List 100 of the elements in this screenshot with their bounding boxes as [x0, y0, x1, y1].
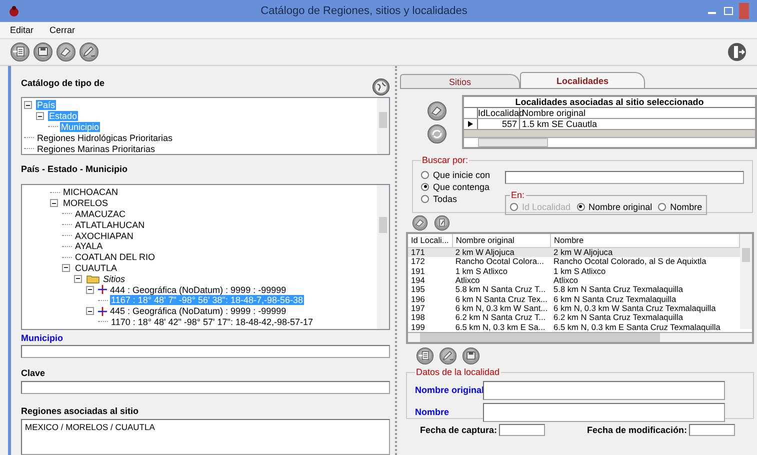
scrollbar[interactable] [740, 234, 752, 329]
table-cell: 557 [478, 119, 520, 129]
scrollbar[interactable] [464, 137, 755, 147]
app-icon [8, 5, 20, 17]
tree-item[interactable]: MICHOACAN [62, 187, 120, 198]
radio-button[interactable] [421, 194, 429, 202]
table-row[interactable]: 199 6.5 km N, 0.3 km E Sa... 6.5 km N, 0.3 km E Santa Cruz Texmalaquilla [408, 322, 740, 332]
table-cell-text: 197 [410, 304, 426, 314]
menu-item[interactable]: Editar [8, 25, 36, 35]
collapse-toggle[interactable] [36, 112, 44, 120]
radio-button[interactable] [576, 202, 585, 210]
collapse-toggle[interactable] [86, 286, 94, 294]
table-cell-text: 194 [410, 276, 426, 286]
list-icon[interactable] [10, 42, 30, 62]
tree-item[interactable]: AXOCHIAPAN [74, 230, 134, 241]
tree-item[interactable]: AYALA [74, 241, 104, 252]
tree-item[interactable]: Regiones Hidrológicas Prioritarias [36, 132, 174, 143]
save-icon[interactable] [33, 42, 53, 62]
radio-button[interactable] [421, 182, 429, 190]
input-field[interactable] [21, 345, 390, 358]
field-label: Regiones asociadas al sitio [21, 406, 140, 416]
group-title: Datos de la localidad [415, 367, 501, 377]
field-label: Clave [21, 368, 46, 378]
scrollbar[interactable] [377, 98, 389, 154]
tree-item[interactable]: AMACUZAC [74, 208, 127, 219]
window-title: Catálogo de Regiones, sitios y localidades [260, 5, 468, 17]
group-title: Buscar por: [421, 155, 470, 165]
tree-item[interactable]: ATLATLAHUCAN [74, 220, 146, 230]
menu-item[interactable]: Cerrar [48, 25, 78, 35]
tab[interactable]: Localidades [520, 72, 645, 88]
table-cell: Rancho Ocotal Colora... [452, 257, 551, 266]
tree-item[interactable]: Regiones Marinas Prioritarias [36, 144, 156, 154]
section-title: Catálogo de tipo de [21, 78, 105, 88]
field-label: Nombre original [415, 385, 483, 395]
scrollbar[interactable] [408, 332, 752, 342]
tree-item[interactable]: 444 : Geográfica (NoDatum) : 9999 : -99999 [109, 284, 288, 295]
cross-icon [98, 306, 107, 316]
tree-item[interactable]: 1170 : 18° 48' 42" -98° 57' 17": 18-48-42,-98-57-17 [110, 316, 314, 327]
eraser-icon[interactable] [412, 215, 428, 231]
tree-item[interactable]: 445 : Geográfica (NoDatum) : 9999 : -99999 [109, 306, 288, 316]
globe-icon[interactable] [372, 78, 390, 96]
date-field[interactable] [689, 424, 736, 436]
table-row[interactable]: 198 6.2 km N Santa Cruz T... 6.2 km N Santa Cruz Texmalaquilla [408, 313, 740, 323]
column-header[interactable]: Nombre original [452, 234, 551, 248]
table-cell: 2 km W Aljojuca [452, 247, 551, 258]
collapse-toggle[interactable] [50, 199, 58, 208]
table-row[interactable]: 172 Rancho Ocotal Colora... Rancho Ocotal Colorado, al S de Aquixtla [408, 257, 740, 266]
table-cell-text: 1.5 km SE Cuautla [521, 119, 598, 129]
pencil-icon[interactable] [79, 42, 99, 62]
list-icon[interactable] [416, 347, 434, 365]
input-field[interactable] [21, 381, 390, 394]
exit-icon[interactable] [727, 42, 747, 62]
search-field[interactable] [505, 171, 744, 184]
input-field[interactable] [483, 402, 725, 422]
date-field[interactable] [499, 424, 546, 436]
table-row[interactable]: 197 6 km N, 0.3 km W Sant... 6 km N, 0.3 km W Santa Cruz Texmalaquilla [408, 304, 740, 314]
table-cell-text: 6 km N, 0.3 km W Santa Cruz Texmalaquilla [552, 304, 717, 314]
scrollbar[interactable] [377, 185, 389, 329]
radio-label: Id Localidad [522, 202, 571, 212]
tree-item[interactable]: Sitios [102, 274, 126, 284]
table-row[interactable]: 191 1 km S Atlixco 1 km S Atlixco [408, 266, 740, 276]
table-cell-text: 196 [410, 294, 426, 304]
table-cell-text: 5.8 km N Santa Cruz T... [454, 285, 547, 295]
column-header[interactable]: Nombre [550, 234, 740, 248]
tab[interactable]: Sitios [400, 74, 520, 88]
collapse-toggle[interactable] [86, 307, 94, 316]
field-label: Fecha de modificación: [587, 425, 688, 435]
input-field[interactable] [483, 380, 725, 400]
column-header[interactable]: Id Locali... [408, 234, 452, 248]
tree-item[interactable]: MORELOS [62, 198, 110, 208]
tree-item[interactable]: CUAUTLA [74, 262, 118, 273]
radio-button[interactable] [658, 202, 666, 210]
collapse-toggle[interactable] [62, 264, 70, 272]
collapse-toggle[interactable] [24, 101, 32, 110]
field-label: Fecha de captura: [420, 425, 498, 435]
grid-title: Localidades asociadas al sitio seleccionado [464, 97, 755, 108]
table-cell-text: Atlixco [454, 276, 481, 286]
radio-button[interactable] [421, 170, 429, 178]
table-cell: 6.2 km N Santa Cruz Texmalaquilla [550, 313, 740, 323]
table-row[interactable]: 194 Atlixco Atlixco [408, 276, 740, 286]
table-cell-text: 191 [410, 266, 426, 276]
save-icon[interactable] [462, 347, 480, 365]
eraser-icon[interactable] [56, 42, 76, 62]
table-row[interactable]: 196 6 km N Santa Cruz Tex... 6 km N Santa Cruz Texmalaquilla [408, 294, 740, 304]
folder-icon [86, 274, 100, 284]
table-cell-text: 198 [410, 313, 426, 323]
collapse-toggle[interactable] [74, 274, 82, 283]
text-area[interactable]: MEXICO / MORELOS / CUAUTLA [21, 419, 390, 455]
table-row[interactable]: 171 2 km W Aljojuca 2 km W Aljojuca [408, 247, 740, 258]
table-row[interactable]: 195 5.8 km N Santa Cruz T... 5.8 km N Santa Cruz Texmalaquilla [408, 285, 740, 295]
document-icon[interactable] [434, 215, 450, 231]
table-cell-text: 6.5 km N, 0.3 km E Santa Cruz Texmalaquilla [552, 322, 722, 332]
table-cell: 172 [408, 257, 452, 266]
radio-label: Que inicie con [433, 170, 490, 180]
maximize-button[interactable] [724, 7, 733, 15]
tree-item[interactable]: COATLAN DEL RIO [74, 252, 156, 262]
pencil-icon[interactable] [439, 347, 457, 365]
table-cell-text: 6 km N Santa Cruz Texmalaquilla [552, 294, 676, 304]
radio-label: Que contenga [433, 182, 490, 192]
field-label: Municipio [21, 333, 64, 343]
